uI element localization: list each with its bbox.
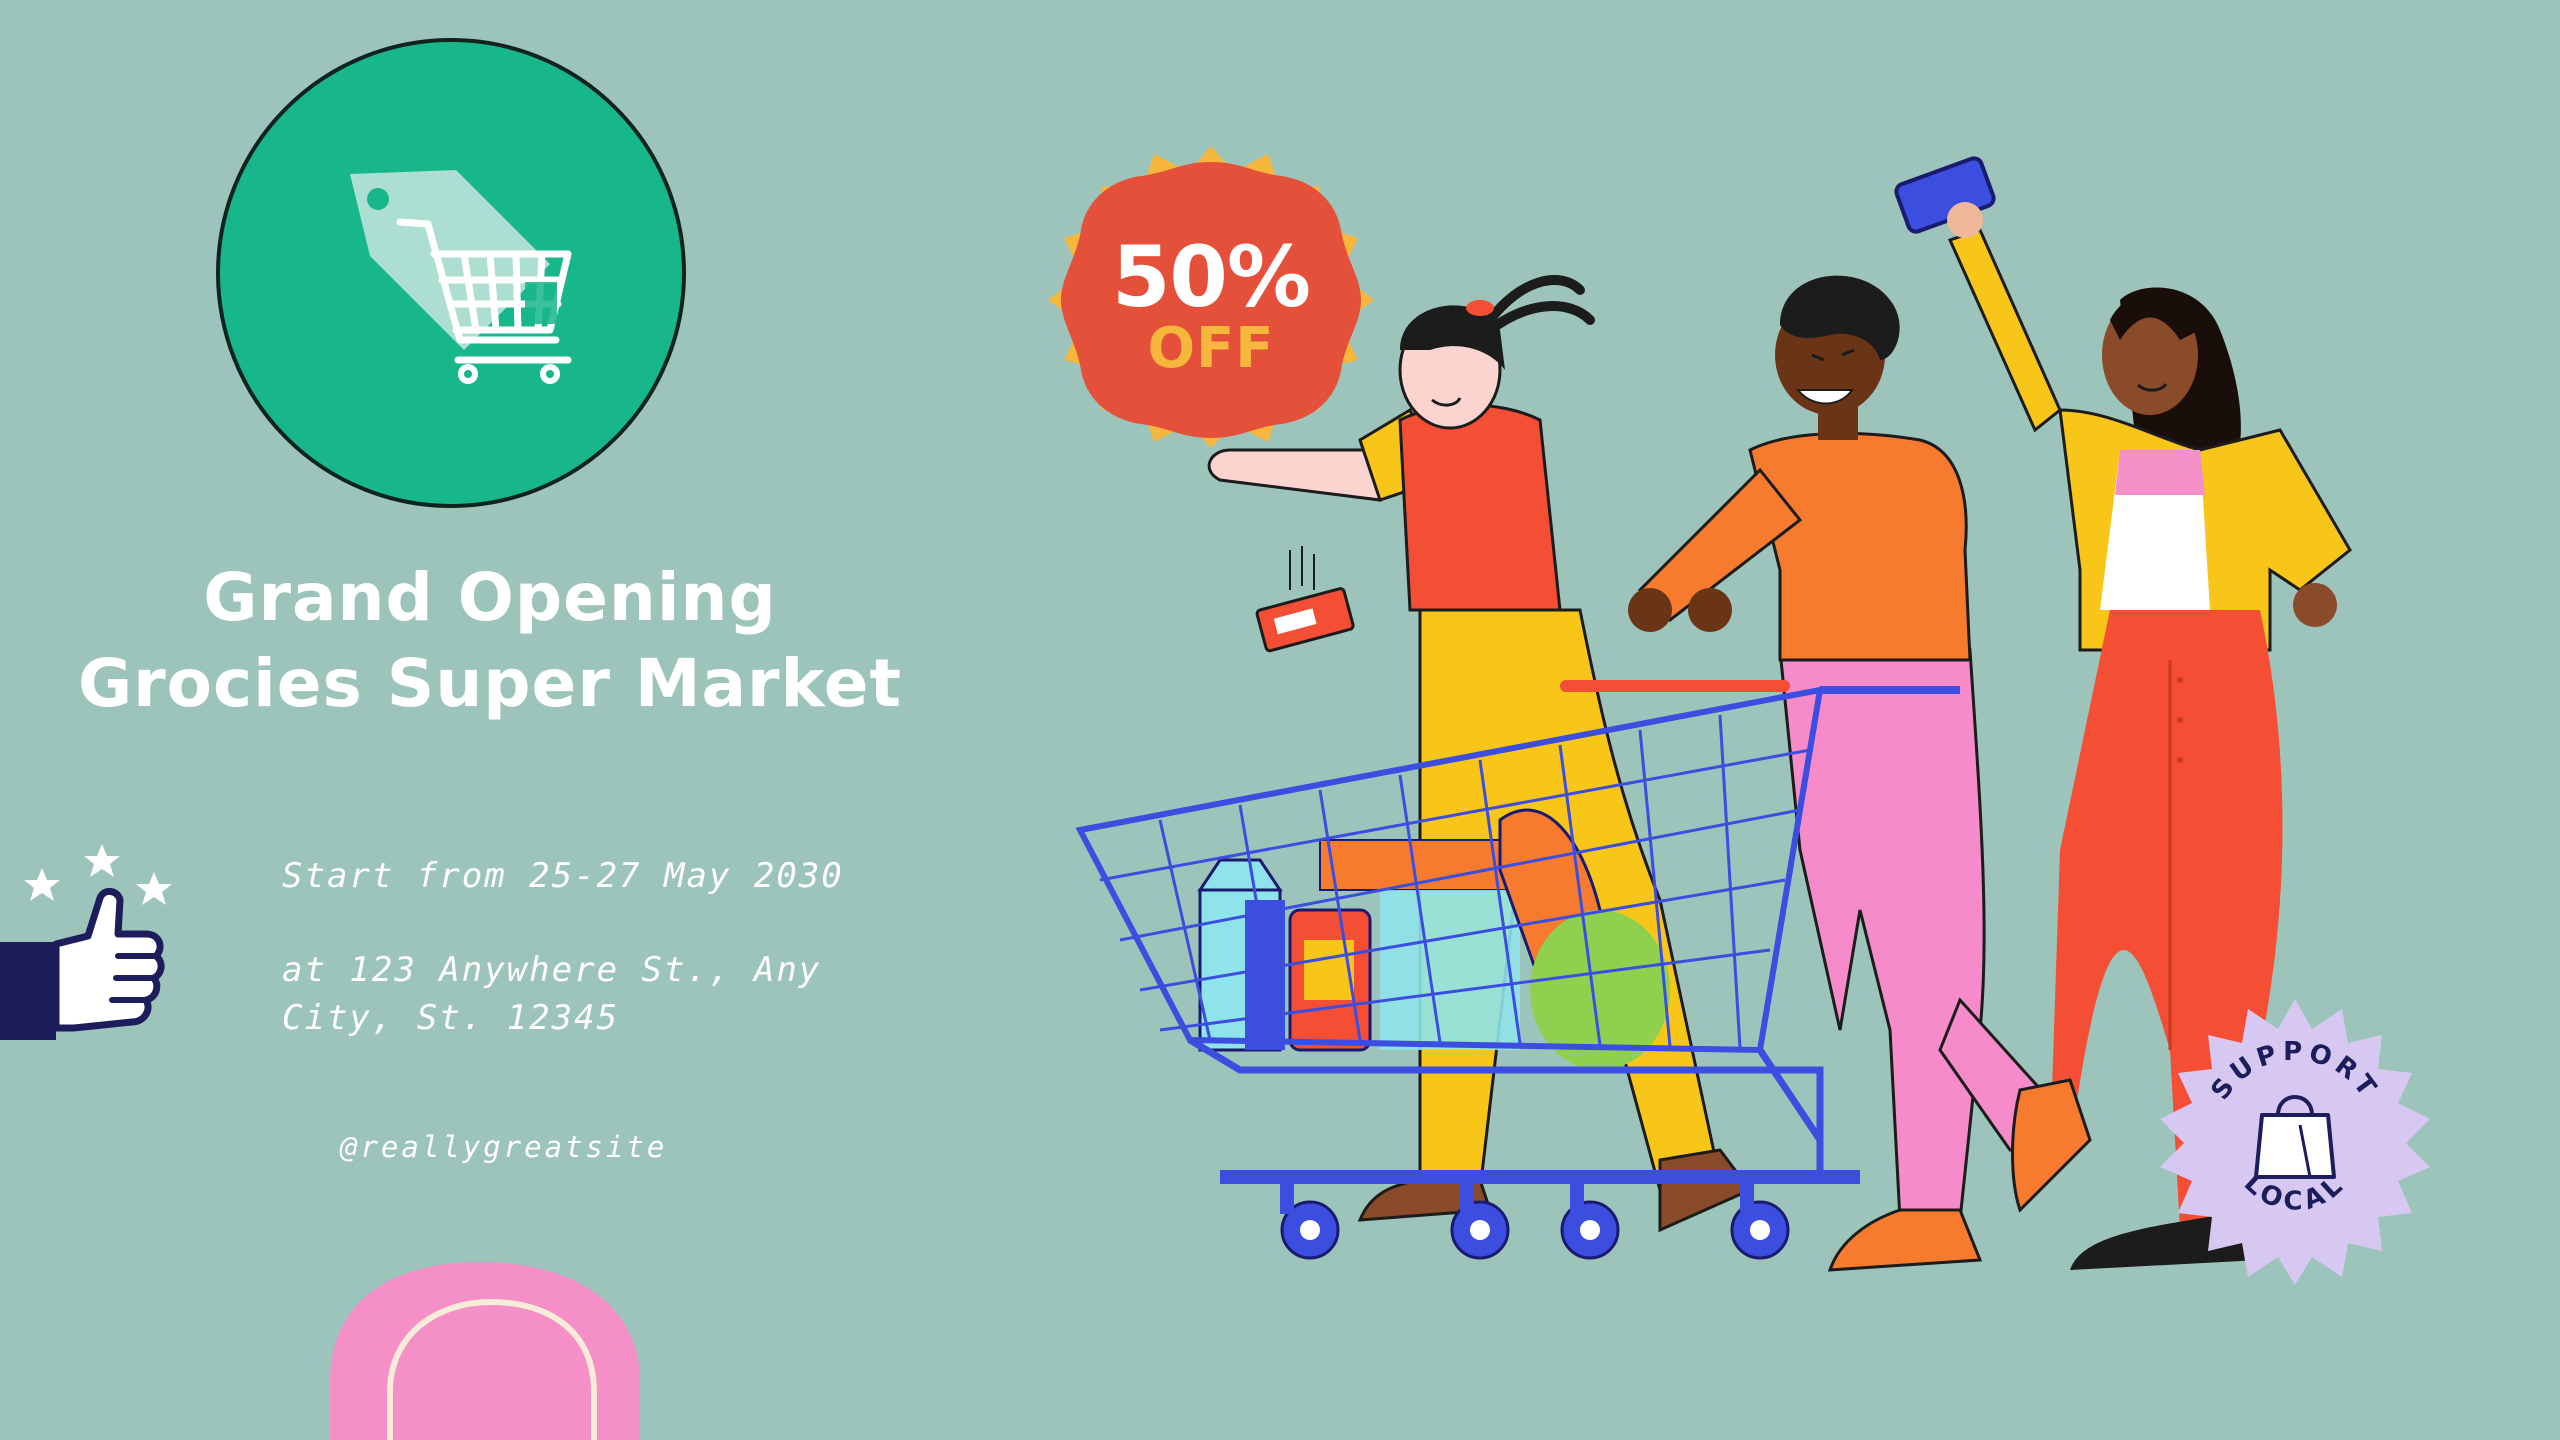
title-line-2: Grocies Super Market <box>77 645 903 722</box>
thumbs-up-with-stars-icon <box>0 844 172 1040</box>
event-address-line-2: City, St. 12345 <box>282 998 620 1038</box>
logo-circle <box>216 38 686 508</box>
decorative-pink-shape <box>330 1262 640 1440</box>
event-date: Start from 25-27 May 2030 <box>282 856 844 896</box>
event-address-line-1: at 123 Anywhere St., Any <box>282 950 822 990</box>
support-local-badge: SUPPORT LOCAL <box>2160 999 2430 1285</box>
shopping-cart-price-tag-icon <box>350 170 572 384</box>
page-title: Grand Opening Grocies Super Market <box>0 555 980 727</box>
title-line-1: Grand Opening <box>203 559 777 636</box>
social-handle[interactable]: @reallygreatsite <box>340 1130 667 1164</box>
